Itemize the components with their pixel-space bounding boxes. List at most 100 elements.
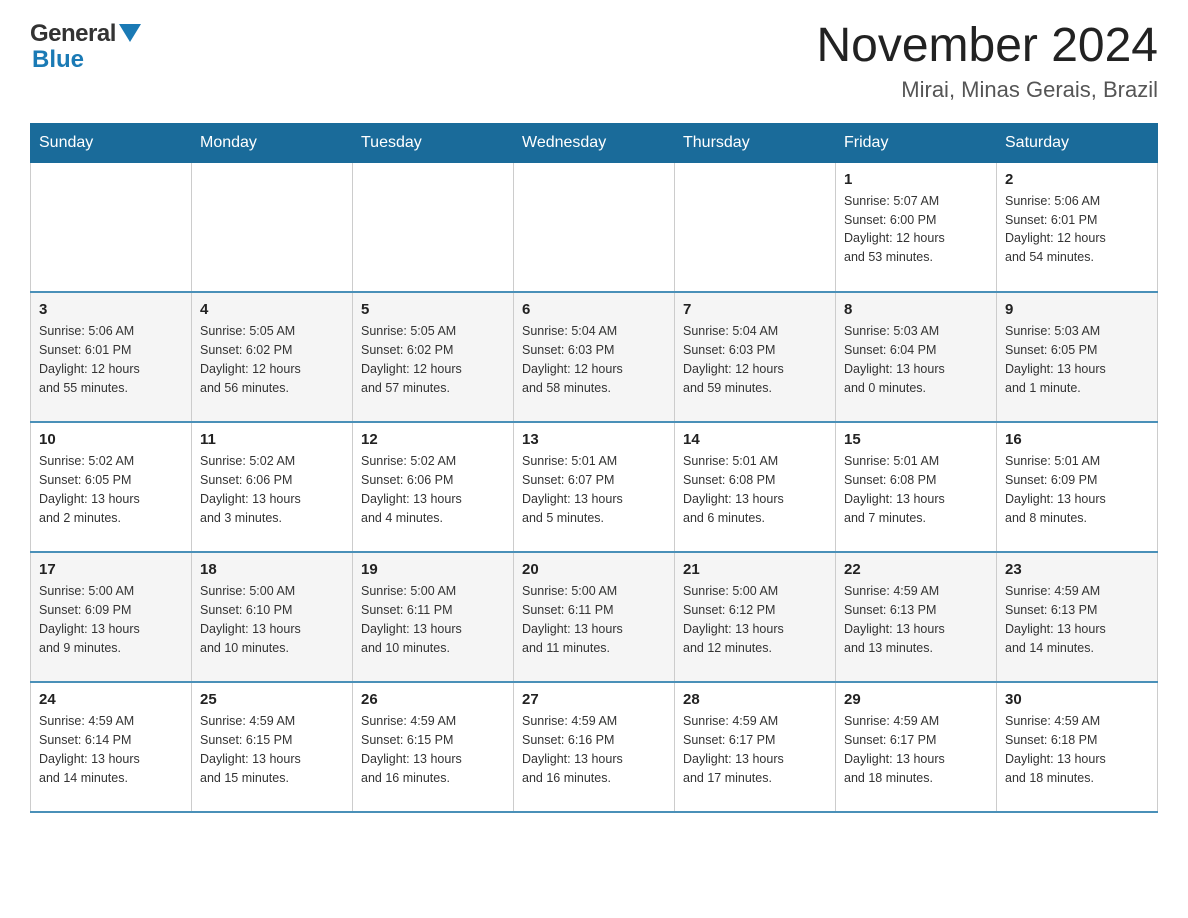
- day-cell: 30 Sunrise: 4:59 AM Sunset: 6:18 PM Dayli…: [997, 682, 1158, 812]
- day-number: 26: [361, 691, 505, 708]
- day-number: 2: [1005, 171, 1149, 188]
- day-number: 3: [39, 301, 183, 318]
- day-number: 30: [1005, 691, 1149, 708]
- day-info: Sunrise: 5:05 AM Sunset: 6:02 PM Dayligh…: [200, 322, 344, 397]
- weekday-header-row: SundayMondayTuesdayWednesdayThursdayFrid…: [31, 123, 1158, 162]
- week-row-4: 17 Sunrise: 5:00 AM Sunset: 6:09 PM Dayli…: [31, 552, 1158, 682]
- day-info: Sunrise: 5:02 AM Sunset: 6:06 PM Dayligh…: [361, 452, 505, 527]
- day-info: Sunrise: 4:59 AM Sunset: 6:18 PM Dayligh…: [1005, 712, 1149, 787]
- day-number: 28: [683, 691, 827, 708]
- day-number: 17: [39, 561, 183, 578]
- day-number: 9: [1005, 301, 1149, 318]
- day-info: Sunrise: 4:59 AM Sunset: 6:14 PM Dayligh…: [39, 712, 183, 787]
- day-number: 23: [1005, 561, 1149, 578]
- day-number: 21: [683, 561, 827, 578]
- day-cell: [31, 162, 192, 292]
- day-cell: 15Sunrise: 5:01 AM Sunset: 6:08 PM Dayli…: [836, 422, 997, 552]
- calendar-table: SundayMondayTuesdayWednesdayThursdayFrid…: [30, 123, 1158, 814]
- day-cell: 8Sunrise: 5:03 AM Sunset: 6:04 PM Daylig…: [836, 292, 997, 422]
- day-info: Sunrise: 5:06 AM Sunset: 6:01 PM Dayligh…: [1005, 192, 1149, 267]
- day-cell: 4 Sunrise: 5:05 AM Sunset: 6:02 PM Daylig…: [192, 292, 353, 422]
- day-cell: 18Sunrise: 5:00 AM Sunset: 6:10 PM Dayli…: [192, 552, 353, 682]
- day-info: Sunrise: 5:04 AM Sunset: 6:03 PM Dayligh…: [522, 322, 666, 397]
- weekday-header-tuesday: Tuesday: [353, 123, 514, 162]
- day-cell: 27 Sunrise: 4:59 AM Sunset: 6:16 PM Dayli…: [514, 682, 675, 812]
- day-number: 19: [361, 561, 505, 578]
- page-header: General Blue November 2024 Mirai, Minas …: [30, 20, 1158, 103]
- day-cell: 19 Sunrise: 5:00 AM Sunset: 6:11 PM Dayli…: [353, 552, 514, 682]
- day-cell: 1Sunrise: 5:07 AM Sunset: 6:00 PM Daylig…: [836, 162, 997, 292]
- day-info: Sunrise: 5:02 AM Sunset: 6:06 PM Dayligh…: [200, 452, 344, 527]
- day-info: Sunrise: 4:59 AM Sunset: 6:17 PM Dayligh…: [683, 712, 827, 787]
- day-number: 5: [361, 301, 505, 318]
- day-number: 4: [200, 301, 344, 318]
- day-number: 16: [1005, 431, 1149, 448]
- day-info: Sunrise: 5:00 AM Sunset: 6:12 PM Dayligh…: [683, 582, 827, 657]
- day-info: Sunrise: 5:01 AM Sunset: 6:09 PM Dayligh…: [1005, 452, 1149, 527]
- day-info: Sunrise: 5:02 AM Sunset: 6:05 PM Dayligh…: [39, 452, 183, 527]
- day-number: 24: [39, 691, 183, 708]
- weekday-header-sunday: Sunday: [31, 123, 192, 162]
- weekday-header-wednesday: Wednesday: [514, 123, 675, 162]
- week-row-2: 3 Sunrise: 5:06 AM Sunset: 6:01 PM Daylig…: [31, 292, 1158, 422]
- day-cell: 5 Sunrise: 5:05 AM Sunset: 6:02 PM Daylig…: [353, 292, 514, 422]
- day-cell: 23Sunrise: 4:59 AM Sunset: 6:13 PM Dayli…: [997, 552, 1158, 682]
- day-number: 22: [844, 561, 988, 578]
- day-number: 12: [361, 431, 505, 448]
- day-cell: 28 Sunrise: 4:59 AM Sunset: 6:17 PM Dayli…: [675, 682, 836, 812]
- day-cell: 24 Sunrise: 4:59 AM Sunset: 6:14 PM Dayli…: [31, 682, 192, 812]
- title-section: November 2024 Mirai, Minas Gerais, Brazi…: [816, 20, 1158, 103]
- calendar-subtitle: Mirai, Minas Gerais, Brazil: [816, 77, 1158, 103]
- day-info: Sunrise: 5:00 AM Sunset: 6:11 PM Dayligh…: [361, 582, 505, 657]
- day-info: Sunrise: 4:59 AM Sunset: 6:15 PM Dayligh…: [200, 712, 344, 787]
- day-number: 27: [522, 691, 666, 708]
- day-info: Sunrise: 5:04 AM Sunset: 6:03 PM Dayligh…: [683, 322, 827, 397]
- weekday-header-friday: Friday: [836, 123, 997, 162]
- day-info: Sunrise: 4:59 AM Sunset: 6:16 PM Dayligh…: [522, 712, 666, 787]
- day-number: 1: [844, 171, 988, 188]
- calendar-title: November 2024: [816, 20, 1158, 73]
- weekday-header-saturday: Saturday: [997, 123, 1158, 162]
- day-number: 10: [39, 431, 183, 448]
- day-cell: 16 Sunrise: 5:01 AM Sunset: 6:09 PM Dayli…: [997, 422, 1158, 552]
- day-cell: 9 Sunrise: 5:03 AM Sunset: 6:05 PM Daylig…: [997, 292, 1158, 422]
- day-cell: 3 Sunrise: 5:06 AM Sunset: 6:01 PM Daylig…: [31, 292, 192, 422]
- day-cell: 13 Sunrise: 5:01 AM Sunset: 6:07 PM Dayli…: [514, 422, 675, 552]
- day-cell: [192, 162, 353, 292]
- day-cell: 26 Sunrise: 4:59 AM Sunset: 6:15 PM Dayli…: [353, 682, 514, 812]
- day-info: Sunrise: 5:03 AM Sunset: 6:05 PM Dayligh…: [1005, 322, 1149, 397]
- day-number: 29: [844, 691, 988, 708]
- day-cell: 20 Sunrise: 5:00 AM Sunset: 6:11 PM Dayli…: [514, 552, 675, 682]
- day-number: 13: [522, 431, 666, 448]
- day-cell: [675, 162, 836, 292]
- week-row-3: 10 Sunrise: 5:02 AM Sunset: 6:05 PM Dayli…: [31, 422, 1158, 552]
- week-row-5: 24 Sunrise: 4:59 AM Sunset: 6:14 PM Dayli…: [31, 682, 1158, 812]
- day-number: 15: [844, 431, 988, 448]
- day-number: 20: [522, 561, 666, 578]
- logo-blue-text: Blue: [32, 46, 84, 73]
- weekday-header-monday: Monday: [192, 123, 353, 162]
- weekday-header-thursday: Thursday: [675, 123, 836, 162]
- day-info: Sunrise: 5:05 AM Sunset: 6:02 PM Dayligh…: [361, 322, 505, 397]
- logo-triangle-icon: [119, 24, 141, 46]
- day-info: Sunrise: 5:06 AM Sunset: 6:01 PM Dayligh…: [39, 322, 183, 397]
- day-cell: 22 Sunrise: 4:59 AM Sunset: 6:13 PM Dayli…: [836, 552, 997, 682]
- day-info: Sunrise: 5:01 AM Sunset: 6:08 PM Dayligh…: [683, 452, 827, 527]
- day-info: Sunrise: 5:01 AM Sunset: 6:07 PM Dayligh…: [522, 452, 666, 527]
- day-info: Sunrise: 5:00 AM Sunset: 6:09 PM Dayligh…: [39, 582, 183, 657]
- day-number: 6: [522, 301, 666, 318]
- day-cell: 29 Sunrise: 4:59 AM Sunset: 6:17 PM Dayli…: [836, 682, 997, 812]
- day-cell: [353, 162, 514, 292]
- day-cell: 7Sunrise: 5:04 AM Sunset: 6:03 PM Daylig…: [675, 292, 836, 422]
- day-cell: 11 Sunrise: 5:02 AM Sunset: 6:06 PM Dayli…: [192, 422, 353, 552]
- day-info: Sunrise: 4:59 AM Sunset: 6:17 PM Dayligh…: [844, 712, 988, 787]
- day-info: Sunrise: 4:59 AM Sunset: 6:13 PM Dayligh…: [844, 582, 988, 657]
- day-cell: 12 Sunrise: 5:02 AM Sunset: 6:06 PM Dayli…: [353, 422, 514, 552]
- day-info: Sunrise: 4:59 AM Sunset: 6:15 PM Dayligh…: [361, 712, 505, 787]
- day-number: 11: [200, 431, 344, 448]
- logo-general-text: General: [30, 20, 116, 48]
- day-info: Sunrise: 5:03 AM Sunset: 6:04 PM Dayligh…: [844, 322, 988, 397]
- day-number: 14: [683, 431, 827, 448]
- week-row-1: 1Sunrise: 5:07 AM Sunset: 6:00 PM Daylig…: [31, 162, 1158, 292]
- day-info: Sunrise: 5:00 AM Sunset: 6:11 PM Dayligh…: [522, 582, 666, 657]
